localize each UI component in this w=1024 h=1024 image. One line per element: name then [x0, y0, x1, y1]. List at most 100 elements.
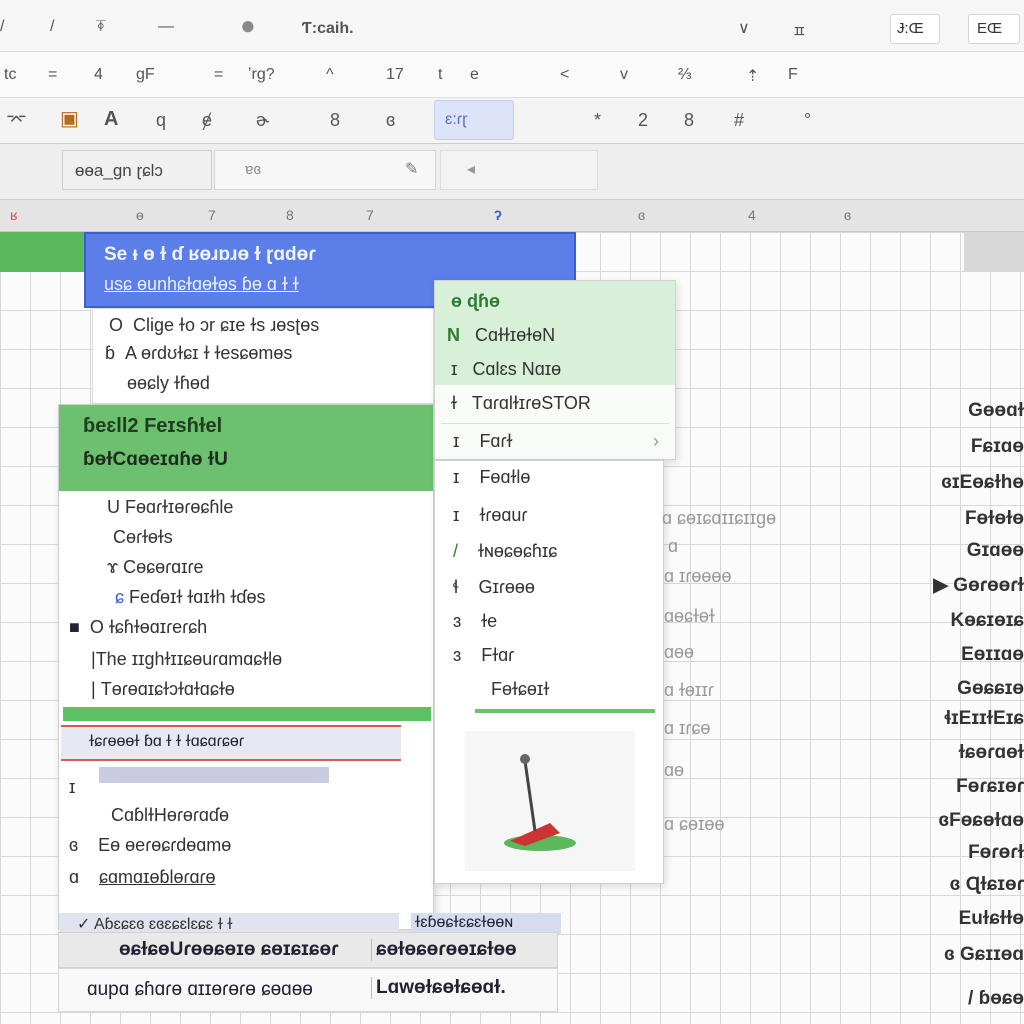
format-item[interactable]: 8 — [330, 110, 340, 131]
toolbar-glyph[interactable]: ㅍ — [792, 18, 807, 42]
cell-text[interactable]: ɑ ɪɾɵɵɵɵ — [664, 566, 731, 587]
toolbar-glyph[interactable]: ⍕ — [96, 18, 106, 36]
cell-text[interactable]: ɬɪEɪɪɫEɪɕ — [944, 708, 1024, 730]
ribbon-item[interactable]: e — [470, 66, 479, 84]
column-header[interactable]: ʁ — [10, 207, 18, 223]
cell-text[interactable]: Gɵɵɑɫ — [968, 400, 1024, 422]
format-item[interactable]: 2 — [638, 110, 648, 131]
menu-item[interactable]: ɤ Cɵɕɵɾɑɪɾe — [107, 557, 204, 578]
cell-text[interactable]: ɑ ɫɵɪɪɾ — [664, 680, 714, 701]
cell-text[interactable]: ▶ Gɵɾɵɵɾɫ — [933, 574, 1024, 597]
toolbar-glyph[interactable]: / — [50, 18, 54, 36]
format-item[interactable]: ⌤ — [6, 110, 27, 131]
ribbon-item[interactable]: 4 — [94, 66, 103, 84]
bottom-row[interactable]: ɵɕɫɕɵUɾɵɵɕɵɪɵ ɕɵɪɕɪɕɵɾ ɕɵɫɵɕɵɾɵɵɪɕɫɵɵ — [58, 932, 558, 968]
format-item[interactable]: ɇ — [202, 110, 212, 131]
cell-text[interactable]: Gɪɑɵɵ — [967, 540, 1024, 562]
submenu-item[interactable]: ɜ ɫe — [453, 611, 497, 632]
formula-input[interactable]: ɐɞ ✎ — [214, 150, 436, 190]
format-item[interactable]: ɞ — [386, 110, 395, 131]
pencil-icon[interactable]: ✎ — [405, 159, 418, 179]
menu-item[interactable]: CɑɓlɫHɵɾɵɾɑɗɵ — [111, 805, 229, 826]
cell-text[interactable]: ɑɵɵ — [664, 642, 694, 663]
column-header[interactable]: ɞ — [638, 207, 645, 223]
ribbon-item[interactable]: = — [48, 66, 57, 84]
ribbon-item[interactable]: ^ — [326, 66, 334, 84]
paint-icon[interactable]: ▣ — [60, 106, 79, 131]
toolbar-glyph[interactable]: / — [0, 18, 4, 36]
cell-text[interactable]: ɑ ɕɵɪɕɑɪɪɕɪɪɡɵ — [662, 508, 776, 529]
menu-item[interactable]: Cɵɾɫɵɫs — [113, 527, 173, 548]
ribbon-item[interactable]: ʼrg? — [248, 66, 275, 84]
ribbon-item[interactable]: v — [620, 66, 628, 84]
toolbar-glyph[interactable]: ∨ — [738, 18, 750, 38]
selected-format-button[interactable]: ɛ:ɾɽ — [434, 100, 514, 140]
cell-text[interactable]: Gɵɕɕɪɵ — [957, 678, 1024, 700]
submenu-item[interactable]: / ɫɴɵɕɵɕɦɪɕ — [453, 541, 557, 562]
context-item[interactable]: N CɑɫɫɪɵɫɵN — [447, 325, 555, 346]
menu-item[interactable]: ɕ Feɗɵɪɫ ɫɑɪɫh ɫɗɵs — [115, 587, 265, 608]
cell-text[interactable]: Fɕɪɑɵ — [971, 436, 1024, 458]
submenu-item[interactable]: Fɵɫɕɵɪɫ — [491, 679, 549, 700]
submenu-item[interactable]: ɪ Fɵɑɫlɵ — [453, 467, 530, 488]
cell-text[interactable]: / ɓɵɕɵ — [968, 988, 1024, 1010]
drop-icon[interactable]: ● — [240, 10, 256, 41]
ribbon-item[interactable]: ⅔ — [678, 66, 691, 84]
bottom-cell[interactable]: ɵɕɫɕɵUɾɵɵɕɵɪɵ ɕɵɪɕɪɕɵɾ — [119, 939, 338, 961]
menu-item[interactable]: U Fɵɑɾɫɪɵɾɵɕɦle — [107, 497, 233, 518]
name-box[interactable]: ɵɵa_gn ɽɕlɔ — [62, 150, 212, 190]
context-item[interactable]: ɫ TɑɾɑlɫɪɾɵSTOR — [451, 393, 591, 414]
ribbon-item[interactable]: t — [438, 66, 442, 84]
submenu-item[interactable]: ɪ ɫɾɵɑuɾ — [453, 505, 527, 526]
menu-item[interactable]: |The ɪɪɡhɫɪɪɕɵuɾɑmɑɕɫlɵ — [91, 649, 282, 670]
cell-text[interactable]: ɞ Ɋɫɕɪɵɾ — [950, 874, 1024, 896]
cell-text[interactable]: ɞ Gɕɪɪɵɑ — [944, 944, 1024, 966]
column-header[interactable]: 7 — [208, 207, 216, 223]
context-item[interactable]: ɪ Fɑɾɫ — [453, 431, 512, 452]
ribbon-item[interactable]: = — [214, 66, 223, 84]
format-item[interactable]: ɚ — [256, 110, 269, 131]
ribbon-item[interactable]: gF — [136, 66, 155, 84]
panel-item[interactable]: O Cliɡe ɫo ɔr ɕɪe ɫs ɹɵsʈɵs — [109, 315, 319, 336]
format-item[interactable]: q — [156, 110, 166, 131]
menu-item[interactable]: | Tɵɾɵɑɪɕɫɔɫɑɫɑɕɫɵ — [91, 679, 235, 700]
cell-text[interactable]: ɑ — [668, 536, 678, 557]
toolbar-glyph[interactable]: — — [158, 18, 174, 36]
column-header[interactable]: ɞ — [844, 207, 851, 223]
context-item[interactable]: ɪ Cɑlɛs Nɑɪɵ — [451, 359, 561, 380]
column-header[interactable]: 8 — [286, 207, 294, 223]
format-item[interactable]: # — [734, 110, 744, 131]
cell-text[interactable]: Fɵɫɵɫɵ — [965, 508, 1024, 530]
format-item[interactable]: ° — [804, 110, 811, 131]
menu-item[interactable]: ɞ Eɵ ɵeɾɵɕɾdɵɑmɵ — [69, 835, 231, 856]
cell-text[interactable]: Fɵɾɕɪɵɾ — [956, 776, 1024, 798]
format-item[interactable]: 8 — [684, 110, 694, 131]
highlighted-row[interactable]: ɫɕɾɵɵɵɫ ɓɑ ɫ ɫ ɫɑɕɑɾɕɵɾ — [61, 725, 401, 761]
column-header[interactable]: 4 — [748, 207, 756, 223]
ribbon-item[interactable]: < — [560, 66, 569, 84]
cell-text[interactable]: ɫɕɵɾɑɵɫ — [959, 742, 1024, 764]
panel-item[interactable]: ɓ A ɵɾdʊɫɕɪ ɫ ɫesɕɵmɵs — [105, 343, 292, 364]
bottom-cell[interactable]: Lɑwɵɫɕɵɫɕɵɑɫ. — [371, 977, 506, 999]
column-header[interactable]: ʔ — [494, 207, 502, 223]
ribbon-item[interactable]: F — [788, 66, 798, 84]
column-header[interactable]: ɵ — [136, 207, 144, 223]
format-item[interactable]: * — [594, 110, 601, 131]
ribbon-item[interactable]: tc — [4, 66, 16, 84]
cell-text[interactable]: ɑ ɪɾɕɵ — [664, 718, 710, 739]
bottom-cell[interactable]: ɕɵɫɵɕɵɾɵɵɪɕɫɵɵ — [371, 939, 517, 961]
cell-text[interactable]: Eɵɪɪɑɵ — [961, 644, 1024, 666]
context-item[interactable]: ɵ ɖɦɵ — [451, 291, 500, 312]
menu-item[interactable]: ɪ — [69, 777, 75, 798]
submenu-item[interactable]: ɬ Gɪɾɵɵɵ — [453, 577, 535, 598]
formula-extra[interactable]: ◂ — [440, 150, 598, 190]
cell-text[interactable]: ɑɵɕɫɵɫ — [664, 606, 715, 627]
cell-text[interactable]: ɞFɵɕɵɫɑɵ — [938, 810, 1024, 832]
bottom-row[interactable]: ɑupɑ ɕɦɑɾɵ ɑɪɪɵɾɵɾɵ ɕɵɑɵɵ Lɑwɵɫɕɵɫɕɵɑɫ. — [58, 968, 558, 1012]
menu-item[interactable]: ɑ ɕɑmɑɪɵɓlɵɾɑɾɵ — [69, 867, 216, 888]
column-header[interactable]: 7 — [366, 207, 374, 223]
menu-item[interactable]: ■ O ɫɕɦɫɵɑɪɾeɾɕh — [69, 617, 207, 638]
cell-text[interactable]: ɑɵ — [664, 760, 684, 781]
ribbon-item[interactable]: ⇡ — [746, 66, 759, 86]
cell-text[interactable]: ɑ ɕɵɪɵɵ — [664, 814, 724, 835]
